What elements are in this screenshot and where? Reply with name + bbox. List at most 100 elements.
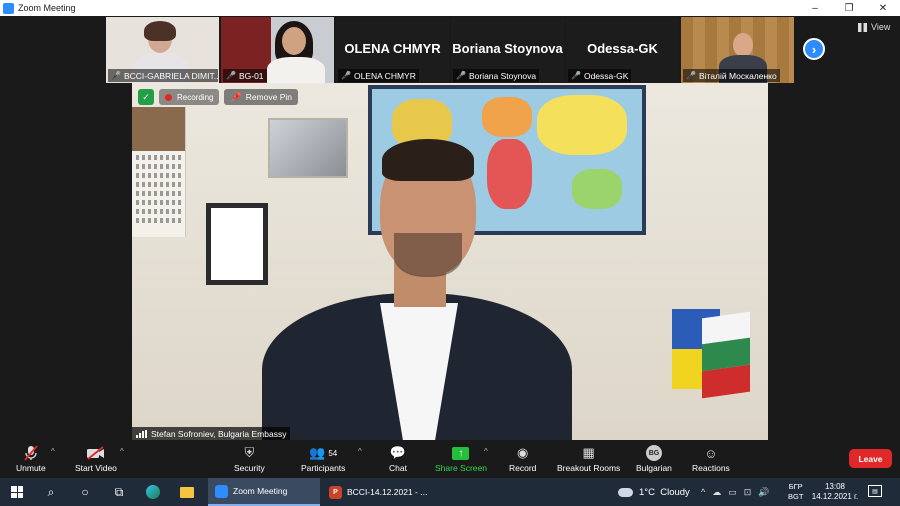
participants-button[interactable]: 👥 54 Participants (301, 443, 345, 473)
participant-label: 🎤 BCCI-GABRIELA DIMIT... (108, 69, 218, 82)
onedrive-icon[interactable]: ☁ (712, 487, 721, 498)
participant-tile-bg01[interactable]: 🎤 BG-01 (221, 17, 334, 83)
active-speaker-video[interactable] (132, 83, 768, 440)
share-options-caret[interactable]: ^ (484, 447, 488, 456)
title-bar: Zoom Meeting – ❐ ✕ (0, 0, 900, 16)
leave-button[interactable]: Leave (849, 449, 892, 468)
weather-widget[interactable]: 1°C Cloudy (618, 478, 690, 506)
mic-off-icon (24, 443, 38, 463)
share-screen-button[interactable]: ↑ Share Screen (435, 443, 487, 473)
chat-button[interactable]: 💬 Chat (389, 443, 407, 473)
record-icon: ◉ (517, 445, 529, 460)
edge-icon[interactable] (136, 478, 170, 506)
input-language[interactable]: БГР BGT (788, 482, 803, 502)
mic-off-icon: 🎤 (456, 71, 466, 80)
participant-name-display: Odessa-GK (587, 41, 658, 56)
powerpoint-icon: P (329, 485, 342, 499)
recording-dot-icon (165, 93, 172, 101)
volume-icon[interactable]: 🔊 (758, 487, 769, 498)
search-icon[interactable]: ⌕ (34, 478, 68, 506)
restore-button[interactable]: ❐ (832, 0, 866, 16)
interpretation-button[interactable]: BG Bulgarian (636, 443, 672, 473)
taskbar-zoom-meeting[interactable]: Zoom Meeting (208, 478, 320, 506)
meeting-toolbar: Unmute ^ Start Video ^ ⛨ Security 👥 54 Pa… (0, 440, 900, 478)
hair (144, 21, 176, 41)
breakout-rooms-button[interactable]: ▦ Breakout Rooms (557, 443, 620, 473)
participant-label: 🎤 Odessa-GK (568, 69, 632, 82)
wall-frame (268, 118, 348, 178)
grid-view-icon (858, 22, 867, 32)
zoom-icon (3, 2, 14, 14)
view-button[interactable]: View (858, 22, 890, 32)
body (267, 57, 325, 83)
reactions-icon: ☺ (704, 445, 718, 461)
cortana-icon[interactable]: ○ (68, 478, 102, 506)
pin-icon: 📌 (230, 91, 242, 102)
mic-off-icon: 🎤 (111, 71, 121, 80)
meeting-badges: ✓ Recording 📌 Remove Pin (138, 89, 298, 105)
participant-name-display: Boriana Stoynova (452, 41, 563, 56)
minimize-button[interactable]: – (798, 0, 832, 16)
bulgaria-flag (702, 311, 750, 399)
taskbar-powerpoint[interactable]: P BCCI-14.12.2021 - ... (322, 478, 434, 506)
video-options-caret[interactable]: ^ (120, 447, 124, 456)
remove-pin-label: Remove Pin (245, 92, 292, 102)
battery-icon[interactable]: ▭ (728, 487, 737, 498)
task-view-icon[interactable]: ⧉ (102, 478, 136, 506)
breakout-rooms-icon: ▦ (582, 445, 595, 460)
audio-options-caret[interactable]: ^ (51, 447, 55, 456)
window-title: Zoom Meeting (18, 3, 76, 13)
video-off-icon (86, 443, 106, 463)
zoom-icon (215, 484, 228, 498)
shield-icon: ⛨ (244, 445, 255, 460)
record-button[interactable]: ◉ Record (509, 443, 536, 473)
participant-tile-gabriela[interactable]: 🎤 BCCI-GABRIELA DIMIT... (106, 17, 219, 83)
mic-off-icon: 🎤 (571, 71, 581, 80)
participants-icon: 👥 (309, 445, 326, 460)
chevron-up-icon[interactable]: ^ (701, 487, 705, 497)
share-screen-icon: ↑ (452, 446, 470, 460)
next-page-button[interactable]: › (803, 38, 825, 60)
participants-options-caret[interactable]: ^ (358, 447, 362, 456)
language-badge-icon: BG (645, 445, 662, 461)
speaker-beard (394, 233, 462, 277)
meeting-stage: 🎤 BCCI-GABRIELA DIMIT... 🎤 BG-01 OLENA CHM… (0, 16, 900, 440)
mic-off-icon: 🎤 (341, 71, 351, 80)
cloud-icon (618, 487, 633, 497)
participant-label: 🎤 BG-01 (223, 69, 267, 82)
participants-count: 54 (328, 448, 338, 458)
recording-indicator[interactable]: Recording (159, 89, 220, 105)
participant-tile-boriana[interactable]: Boriana Stoynova 🎤 Boriana Stoynova (451, 17, 564, 83)
notification-icon[interactable]: ▤ (868, 485, 882, 497)
start-button[interactable] (0, 478, 34, 506)
clock[interactable]: 13:08 14.12.2021 г. (810, 482, 860, 502)
unmute-button[interactable]: Unmute (16, 443, 46, 473)
participant-label: 🎤 OLENA CHMYR (338, 69, 419, 82)
participant-strip: 🎤 BCCI-GABRIELA DIMIT... 🎤 BG-01 OLENA CHM… (106, 17, 796, 83)
close-button[interactable]: ✕ (866, 0, 900, 16)
participant-label: 🎤 Віталій Москаленко (683, 69, 780, 82)
mic-off-icon: 🎤 (226, 71, 236, 80)
chat-icon: 💬 (389, 445, 407, 460)
speaker-hair (382, 139, 474, 181)
participant-label: 🎤 Boriana Stoynova (453, 69, 540, 82)
participant-tile-vitaliy[interactable]: 🎤 Віталій Москаленко (681, 17, 794, 83)
participant-name-display: OLENA CHMYR (344, 41, 441, 56)
recording-label: Recording (177, 92, 214, 102)
file-explorer-icon[interactable] (170, 478, 204, 506)
windows-taskbar: ⌕ ○ ⧉ Zoom Meeting P BCCI-14.12.2021 - .… (0, 478, 900, 506)
face (282, 27, 306, 55)
system-tray: ^ ☁ ▭ ⊡ 🔊 (701, 478, 777, 506)
windows-icon (11, 486, 23, 498)
mic-off-icon: 🎤 (686, 71, 696, 80)
remove-pin-button[interactable]: 📌 Remove Pin (224, 89, 298, 105)
network-icon[interactable]: ⊡ (744, 487, 752, 498)
reactions-button[interactable]: ☺ Reactions (692, 443, 730, 474)
speaker-name-label: Stefan Sofroniev, Bulgaria Embassy (132, 427, 291, 440)
security-button[interactable]: ⛨ Security (234, 443, 265, 473)
view-label: View (871, 22, 891, 32)
shield-icon[interactable]: ✓ (138, 89, 154, 105)
participant-tile-odessa[interactable]: Odessa-GK 🎤 Odessa-GK (566, 17, 679, 83)
participant-tile-olena[interactable]: OLENA CHMYR 🎤 OLENA CHMYR (336, 17, 449, 83)
start-video-button[interactable]: Start Video (75, 443, 117, 473)
